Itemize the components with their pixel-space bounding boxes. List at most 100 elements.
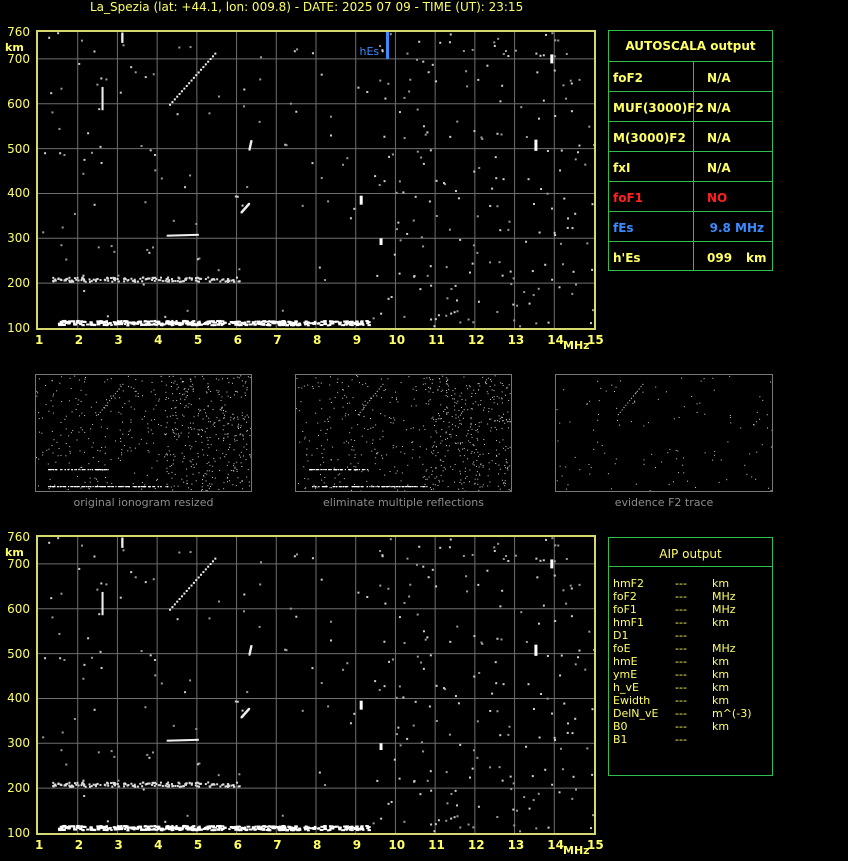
thumb-point (229, 480, 231, 482)
echo-point (248, 707, 251, 710)
thumb-point (424, 483, 426, 485)
thumb-point (192, 383, 194, 385)
thumb-point (221, 408, 223, 410)
echo-point (547, 321, 550, 324)
autoscala-label: fxI (613, 161, 631, 175)
echo-point (327, 200, 330, 203)
echo-point (533, 202, 536, 205)
thumb-point (643, 463, 645, 465)
echo-point (554, 544, 557, 547)
echo-point (60, 592, 63, 595)
thumb-point (68, 462, 70, 464)
echo-point (81, 544, 84, 547)
thumb-point (176, 418, 178, 420)
echo-point (197, 785, 200, 788)
thumb-point (157, 486, 159, 488)
thumb-point (457, 442, 459, 444)
echo-point (60, 244, 63, 247)
thumb-point (148, 431, 150, 433)
thumb-point (667, 452, 669, 454)
thumb-point (79, 415, 81, 417)
echo-point (542, 99, 545, 102)
thumb-point (597, 380, 599, 382)
echo-point (220, 324, 223, 327)
y-tick-label: 700 (7, 51, 30, 66)
thumb-point (207, 387, 209, 389)
thumb-point (54, 484, 56, 486)
autoscala-row: foF2 N/A (609, 61, 772, 91)
echo-point (311, 162, 314, 165)
echo-point (177, 276, 180, 279)
thumb-point (184, 387, 186, 389)
echo-point (259, 583, 262, 586)
echo-point (238, 825, 242, 828)
thumb-point (712, 377, 714, 379)
echo-point (327, 705, 330, 708)
thumb-point (478, 489, 480, 491)
echo-point (271, 827, 276, 830)
thumb-point (318, 486, 320, 488)
thumb-point (435, 418, 437, 420)
echo-point (87, 637, 90, 640)
thumb-point (482, 465, 484, 467)
echo-point (557, 39, 560, 42)
thumb-point (500, 416, 502, 418)
thumb-point (448, 433, 450, 435)
thumb-point (451, 416, 453, 418)
thumb-point (51, 445, 53, 447)
echo-point (109, 321, 112, 324)
thumb-point (352, 397, 354, 399)
thumb-point (190, 380, 192, 382)
echo-point (450, 792, 453, 795)
thumb-point (178, 436, 180, 438)
aip-value: --- (675, 642, 687, 655)
echo-point (217, 600, 220, 603)
thumb-point (445, 438, 447, 440)
echo-point (148, 251, 151, 254)
thumb-point (52, 393, 54, 395)
echo-point (153, 279, 156, 282)
thumb-point (504, 482, 506, 484)
ionogram-plot-bottom (36, 535, 596, 835)
echo-point (294, 320, 298, 323)
thumb-point (241, 380, 243, 382)
echo-point (367, 826, 371, 829)
echo-point (562, 589, 565, 592)
echo-point (176, 618, 179, 621)
thumb-point (212, 409, 214, 411)
thumb-point (188, 403, 190, 405)
thumb-point (753, 424, 755, 426)
echo-point (422, 750, 425, 753)
thumb-point (342, 486, 344, 488)
aip-unit: km (712, 616, 730, 629)
echo-point (520, 611, 523, 614)
echo-point (191, 829, 194, 832)
thumb-point (339, 473, 341, 475)
thumb-point (426, 377, 428, 379)
echo-point (499, 605, 502, 608)
thumb-point (488, 452, 490, 454)
thumb-point (502, 420, 504, 422)
thumb-point (104, 464, 106, 466)
thumb-point (505, 446, 507, 448)
echo-point (171, 606, 174, 609)
thumb-point (490, 398, 492, 400)
echo-point (243, 88, 246, 91)
thumb-point (176, 428, 178, 430)
thumb-point (457, 416, 459, 418)
echo-point (66, 826, 70, 829)
autoscala-label: h'Es (613, 251, 641, 265)
thumb-point (586, 403, 588, 405)
echo-point (192, 76, 195, 79)
thumb-point (190, 489, 192, 491)
thumb-point (388, 486, 390, 488)
thumb-point (465, 435, 467, 437)
thumb-point (699, 402, 701, 404)
x-tick-label: 2 (74, 333, 84, 347)
echo-point (505, 50, 508, 53)
thumb-point (312, 387, 314, 389)
echo-point (350, 324, 354, 327)
echo-point (173, 98, 176, 101)
echo-point (554, 234, 557, 237)
thumb-point (99, 486, 101, 488)
